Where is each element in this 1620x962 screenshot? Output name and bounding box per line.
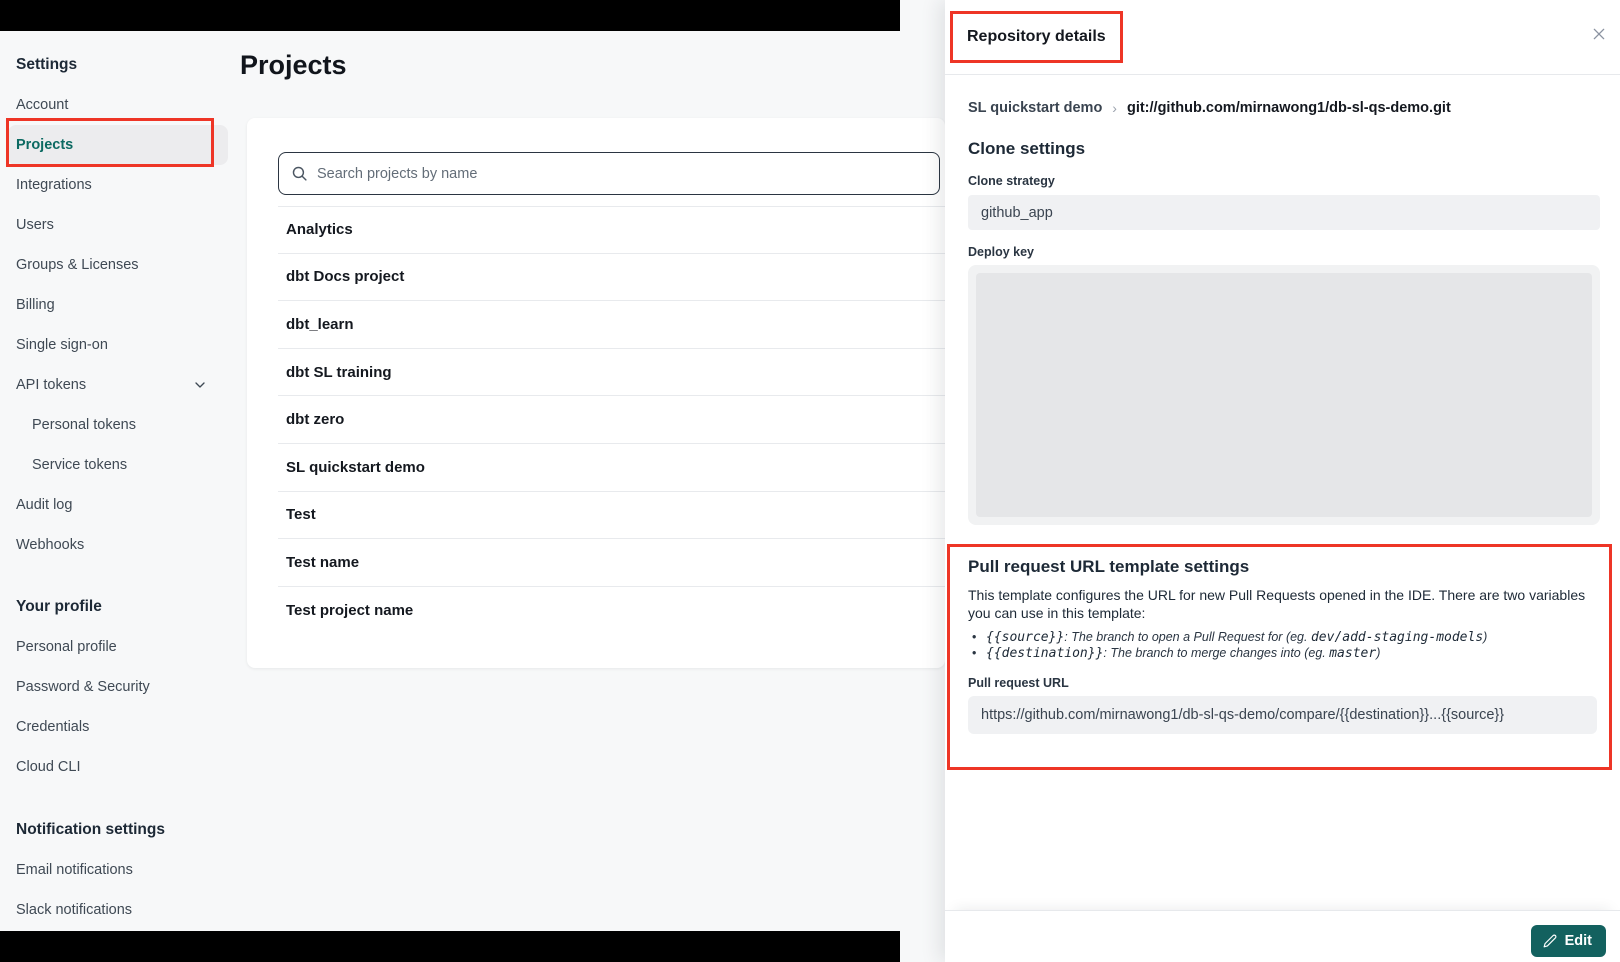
- edit-button-label: Edit: [1565, 933, 1592, 949]
- panel-title: Repository details: [967, 28, 1106, 46]
- pr-variable-source: {{source}}: The branch to open a Pull Re…: [968, 630, 1597, 646]
- source-variable-example: dev/add-staging-models: [1311, 630, 1483, 645]
- destination-variable: {{destination}}: [986, 646, 1103, 661]
- clone-settings-heading: Clone settings: [968, 139, 1600, 159]
- sidebar-item-integrations[interactable]: Integrations: [0, 165, 228, 205]
- project-row-sl-quickstart-demo[interactable]: SL quickstart demo: [278, 444, 945, 492]
- pr-template-description: This template configures the URL for new…: [968, 586, 1597, 622]
- panel-header: Repository details: [945, 0, 1620, 75]
- sidebar-header-settings: Settings: [0, 45, 228, 85]
- sidebar-item-label: API tokens: [16, 377, 86, 393]
- sidebar-header-your-profile: Your profile: [0, 587, 228, 627]
- pull-request-url-label: Pull request URL: [968, 676, 1597, 690]
- project-row-test-project-name[interactable]: Test project name: [278, 587, 945, 635]
- capture-letterbox-bottom: [0, 931, 900, 962]
- destination-variable-desc: : The branch to merge changes into (eg.: [1103, 646, 1329, 660]
- sidebar-item-password-security[interactable]: Password & Security: [0, 667, 228, 707]
- page-title: Projects: [240, 50, 347, 81]
- project-row-test[interactable]: Test: [278, 492, 945, 540]
- sidebar-item-api-tokens[interactable]: API tokens: [0, 365, 228, 405]
- sidebar-item-account[interactable]: Account: [0, 85, 228, 125]
- sidebar-item-credentials[interactable]: Credentials: [0, 707, 228, 747]
- sidebar-item-email-notifications[interactable]: Email notifications: [0, 850, 228, 890]
- project-row-dbt-zero[interactable]: dbt zero: [278, 396, 945, 444]
- project-row-test-name[interactable]: Test name: [278, 539, 945, 587]
- destination-variable-example: master: [1329, 646, 1376, 661]
- pr-template-heading: Pull request URL template settings: [968, 557, 1597, 577]
- sidebar-item-service-tokens[interactable]: Service tokens: [0, 445, 228, 485]
- destination-variable-suffix: ): [1376, 646, 1380, 660]
- search-input[interactable]: [317, 166, 927, 182]
- project-list: Analytics dbt Docs project dbt_learn dbt…: [278, 206, 945, 634]
- sidebar-item-slack-notifications[interactable]: Slack notifications: [0, 890, 228, 930]
- annotation-box-repository-details: Repository details: [950, 11, 1123, 63]
- close-icon[interactable]: [1591, 26, 1607, 42]
- panel-footer: Edit: [945, 910, 1620, 962]
- source-variable-suffix: ): [1483, 630, 1487, 644]
- sidebar-item-projects[interactable]: Projects: [8, 125, 228, 165]
- source-variable-desc: : The branch to open a Pull Request for …: [1064, 630, 1311, 644]
- breadcrumb-separator-icon: ›: [1112, 100, 1117, 116]
- breadcrumb-project[interactable]: SL quickstart demo: [968, 100, 1102, 116]
- project-row-dbt-docs-project[interactable]: dbt Docs project: [278, 254, 945, 302]
- pr-template-variables-list: {{source}}: The branch to open a Pull Re…: [968, 630, 1597, 661]
- project-row-dbt-sl-training[interactable]: dbt SL training: [278, 349, 945, 397]
- clone-strategy-value: github_app: [968, 195, 1600, 230]
- sidebar-item-personal-tokens[interactable]: Personal tokens: [0, 405, 228, 445]
- sidebar-item-personal-profile[interactable]: Personal profile: [0, 627, 228, 667]
- sidebar-item-users[interactable]: Users: [0, 205, 228, 245]
- chevron-down-icon: [192, 377, 208, 393]
- clone-strategy-label: Clone strategy: [968, 174, 1600, 188]
- deploy-key-box: [968, 265, 1600, 525]
- source-variable: {{source}}: [986, 630, 1064, 645]
- sidebar-item-groups-licenses[interactable]: Groups & Licenses: [0, 245, 228, 285]
- capture-letterbox-top: [0, 0, 900, 31]
- search-icon: [291, 165, 308, 182]
- panel-body: SL quickstart demo › git://github.com/mi…: [945, 100, 1620, 770]
- deploy-key-value-redacted: [976, 273, 1592, 517]
- projects-card: Analytics dbt Docs project dbt_learn dbt…: [247, 118, 945, 668]
- breadcrumb-repo-url: git://github.com/mirnawong1/db-sl-qs-dem…: [1127, 100, 1451, 116]
- settings-sidebar: Settings Account Projects Integrations U…: [0, 45, 228, 930]
- sidebar-item-webhooks[interactable]: Webhooks: [0, 525, 228, 565]
- project-row-analytics[interactable]: Analytics: [278, 206, 945, 254]
- sidebar-item-cloud-cli[interactable]: Cloud CLI: [0, 747, 228, 787]
- breadcrumb: SL quickstart demo › git://github.com/mi…: [968, 100, 1600, 116]
- sidebar-item-audit-log[interactable]: Audit log: [0, 485, 228, 525]
- sidebar-item-billing[interactable]: Billing: [0, 285, 228, 325]
- sidebar-item-single-sign-on[interactable]: Single sign-on: [0, 325, 228, 365]
- deploy-key-label: Deploy key: [968, 245, 1600, 259]
- project-row-dbt-learn[interactable]: dbt_learn: [278, 301, 945, 349]
- repository-details-panel: Repository details SL quickstart demo › …: [945, 0, 1620, 962]
- annotation-box-pr-template-section: Pull request URL template settings This …: [947, 544, 1612, 770]
- pencil-icon: [1543, 934, 1557, 948]
- project-search: [278, 152, 940, 195]
- edit-button[interactable]: Edit: [1531, 925, 1606, 957]
- pull-request-url-value: https://github.com/mirnawong1/db-sl-qs-d…: [968, 696, 1597, 734]
- pr-variable-destination: {{destination}}: The branch to merge cha…: [968, 646, 1597, 662]
- sidebar-header-notification-settings: Notification settings: [0, 810, 228, 850]
